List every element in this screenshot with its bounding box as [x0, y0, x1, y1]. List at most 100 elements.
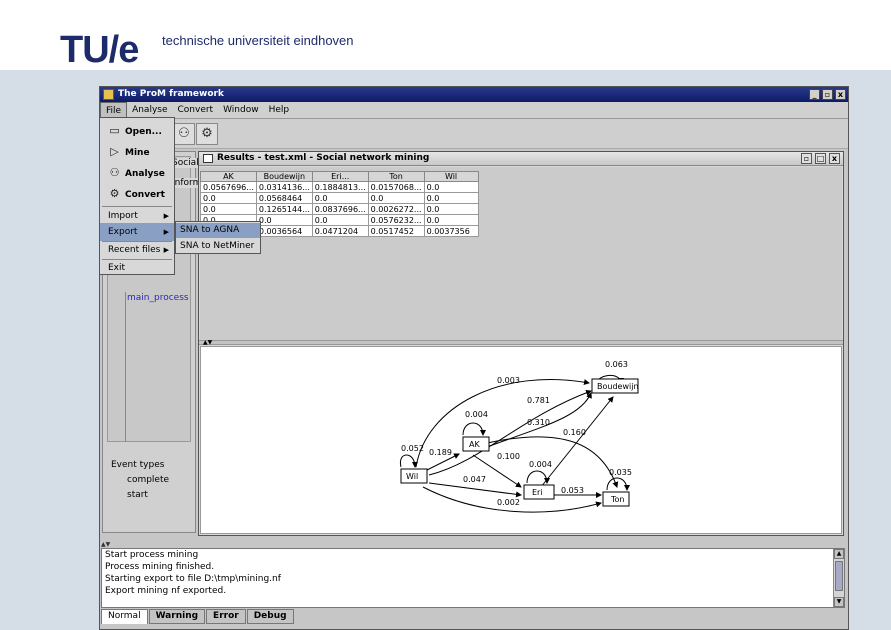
table-row[interactable]: 0.0 0.0568464 0.0 0.0 0.0 [200, 192, 479, 204]
menu-item-export[interactable]: Export ▶ [100, 223, 174, 241]
matrix-cell[interactable]: 0.0576232... [367, 214, 425, 226]
frame-maximize-button[interactable]: □ [815, 153, 826, 164]
binoculars-icon[interactable]: ⚇ [173, 123, 195, 145]
matrix-column-header[interactable]: AK [200, 171, 257, 182]
menu-item-convert[interactable]: ⚙ Convert [100, 185, 174, 203]
slide-header: TU/e technische universiteit eindhoven [0, 0, 891, 70]
results-titlebar[interactable]: Results - test.xml - Social network mini… [199, 152, 843, 166]
menu-item-exit[interactable]: Exit [100, 259, 174, 277]
convert-icon: ⚙ [109, 187, 120, 200]
table-row[interactable]: 0.0567696... 0.0314136... 0.1884813... 0.01… [200, 181, 479, 193]
matrix-cell[interactable]: 0.1265144... [255, 203, 313, 215]
table-row[interactable]: 0.0 0.1265144... 0.0837696... 0.0026272... 0… [200, 203, 479, 215]
open-icon: ▭ [109, 124, 120, 137]
minimize-button[interactable]: _ [809, 89, 820, 100]
matrix-cell[interactable]: 0.0 [423, 181, 479, 193]
menu-analyse[interactable]: Analyse [127, 102, 172, 118]
submenu-arrow-icon: ▶ [163, 246, 169, 254]
matrix-cell[interactable]: 0.0568464 [255, 192, 313, 204]
matrix-cell[interactable]: 0.0 [255, 214, 313, 226]
social-network-graph: Boudewijn AK Wil Eri Ton 0.063 0.004 0.0… [200, 346, 842, 534]
edge-label-8: 0.053 [561, 486, 584, 495]
node-ton: Ton [610, 495, 625, 504]
menu-item-recent-files[interactable]: Recent files ▶ [100, 241, 174, 259]
tree-guide-line [125, 292, 195, 442]
menu-convert[interactable]: Convert [173, 102, 219, 118]
matrix-cell[interactable]: 0.0567696... [200, 181, 257, 193]
menu-window[interactable]: Window [218, 102, 264, 118]
matrix-cell[interactable]: 0.0026272... [367, 203, 425, 215]
log-tabs: Normal Warning Error Debug [101, 609, 295, 625]
tab-error[interactable]: Error [206, 609, 246, 624]
log-collapse-arrows[interactable]: ▲▼ [101, 541, 110, 548]
loop-label-eri: 0.004 [529, 460, 552, 469]
matrix-cell[interactable]: 0.0 [423, 214, 479, 226]
convert-tool-icon[interactable]: ⚙ [196, 123, 218, 145]
loop-label-wil: 0.052 [401, 444, 424, 453]
scroll-thumb[interactable] [835, 561, 843, 591]
partial-social-label: Social n [172, 158, 198, 168]
close-button[interactable]: x [835, 89, 846, 100]
matrix-cell[interactable]: 0.0 [311, 192, 369, 204]
matrix-cell[interactable]: 0.0 [367, 192, 425, 204]
maximize-button[interactable]: ▫ [822, 89, 833, 100]
frame-iconify-button[interactable]: ▫ [801, 153, 812, 164]
menu-item-sna-to-netminer[interactable]: SNA to NetMiner [176, 239, 260, 254]
mine-icon: ▷ [110, 145, 119, 158]
split-divider[interactable]: ▲▼ [199, 340, 843, 346]
window-titlebar[interactable]: The ProM framework _ ▫ x [100, 87, 848, 102]
node-eri: Eri [532, 488, 543, 497]
matrix-cell[interactable]: 0.0 [200, 203, 257, 215]
tab-normal[interactable]: Normal [101, 609, 148, 624]
log-panel: Start process mining Process mining fini… [101, 548, 845, 608]
matrix-cell[interactable]: 0.0 [200, 192, 257, 204]
matrix-column-header[interactable]: Wil [423, 171, 479, 182]
loop-label-boudewijn: 0.063 [605, 360, 628, 369]
menu-item-sna-to-agna[interactable]: SNA to AGNA [176, 223, 260, 238]
event-types-label: Event types [111, 460, 165, 470]
menu-item-analyse[interactable]: ⚇ Analyse [100, 164, 174, 182]
matrix-cell[interactable]: 0.0471204 [311, 225, 369, 237]
matrix-cell[interactable]: 0.0 [423, 192, 479, 204]
edge-wil-eri [428, 482, 522, 498]
frame-close-button[interactable]: x [829, 153, 840, 164]
loop-wil [399, 454, 418, 468]
menu-item-open[interactable]: ▭ Open... [100, 122, 174, 140]
matrix-cell[interactable]: 0.0 [311, 214, 369, 226]
matrix-cell[interactable]: 0.0314136... [255, 181, 313, 193]
matrix-cell[interactable]: 0.0157068... [367, 181, 425, 193]
log-scrollbar[interactable]: ▲ ▼ [833, 549, 844, 607]
tab-warning[interactable]: Warning [148, 609, 206, 624]
submenu-arrow-icon: ▶ [163, 228, 169, 236]
matrix-column-header[interactable]: Ton [367, 171, 425, 182]
partial-inform-label: Informa [172, 178, 198, 188]
menu-file[interactable]: File [100, 102, 128, 118]
matrix-cell[interactable]: 0.1884813... [311, 181, 369, 193]
matrix-cell[interactable]: 0.0517452 [367, 225, 425, 237]
event-type-complete[interactable]: complete [111, 473, 169, 488]
node-boudewijn: Boudewijn [597, 382, 639, 391]
menu-item-mine[interactable]: ▷ Mine [100, 143, 174, 161]
edge-label-6: 0.100 [497, 452, 520, 461]
graph-canvas: Boudewijn AK Wil Eri Ton 0.063 0.004 0.0… [399, 360, 639, 513]
file-menu-popup: ▭ Open... ▷ Mine ⚇ Analyse ⚙ Convert Import ▶… [99, 117, 175, 275]
tab-debug[interactable]: Debug [246, 609, 294, 624]
log-line: Starting export to file D:\tmp\mining.nf [105, 574, 281, 584]
scroll-up-icon[interactable]: ▲ [834, 549, 844, 559]
edge-label-1: 0.003 [497, 376, 520, 385]
edge-label-7: 0.047 [463, 475, 486, 484]
matrix-cell[interactable]: 0.0037356 [423, 225, 479, 237]
loop-eri [526, 470, 550, 484]
tree-node-main-process[interactable]: main_process [127, 293, 189, 303]
matrix-cell[interactable]: 0.0837696... [311, 203, 369, 215]
matrix-cell[interactable]: 0.0 [423, 203, 479, 215]
matrix-column-header[interactable]: Boudewijn [255, 171, 313, 182]
log-line: Export mining nf exported. [105, 586, 227, 596]
scroll-down-icon[interactable]: ▼ [834, 597, 844, 607]
menu-help[interactable]: Help [264, 102, 295, 118]
matrix-column-header[interactable]: Eri... [311, 171, 369, 182]
node-ak: AK [469, 440, 480, 449]
matrix-cell[interactable]: 0.0036564 [255, 225, 313, 237]
log-line: Process mining finished. [105, 562, 215, 572]
event-type-start[interactable]: start [111, 488, 169, 503]
